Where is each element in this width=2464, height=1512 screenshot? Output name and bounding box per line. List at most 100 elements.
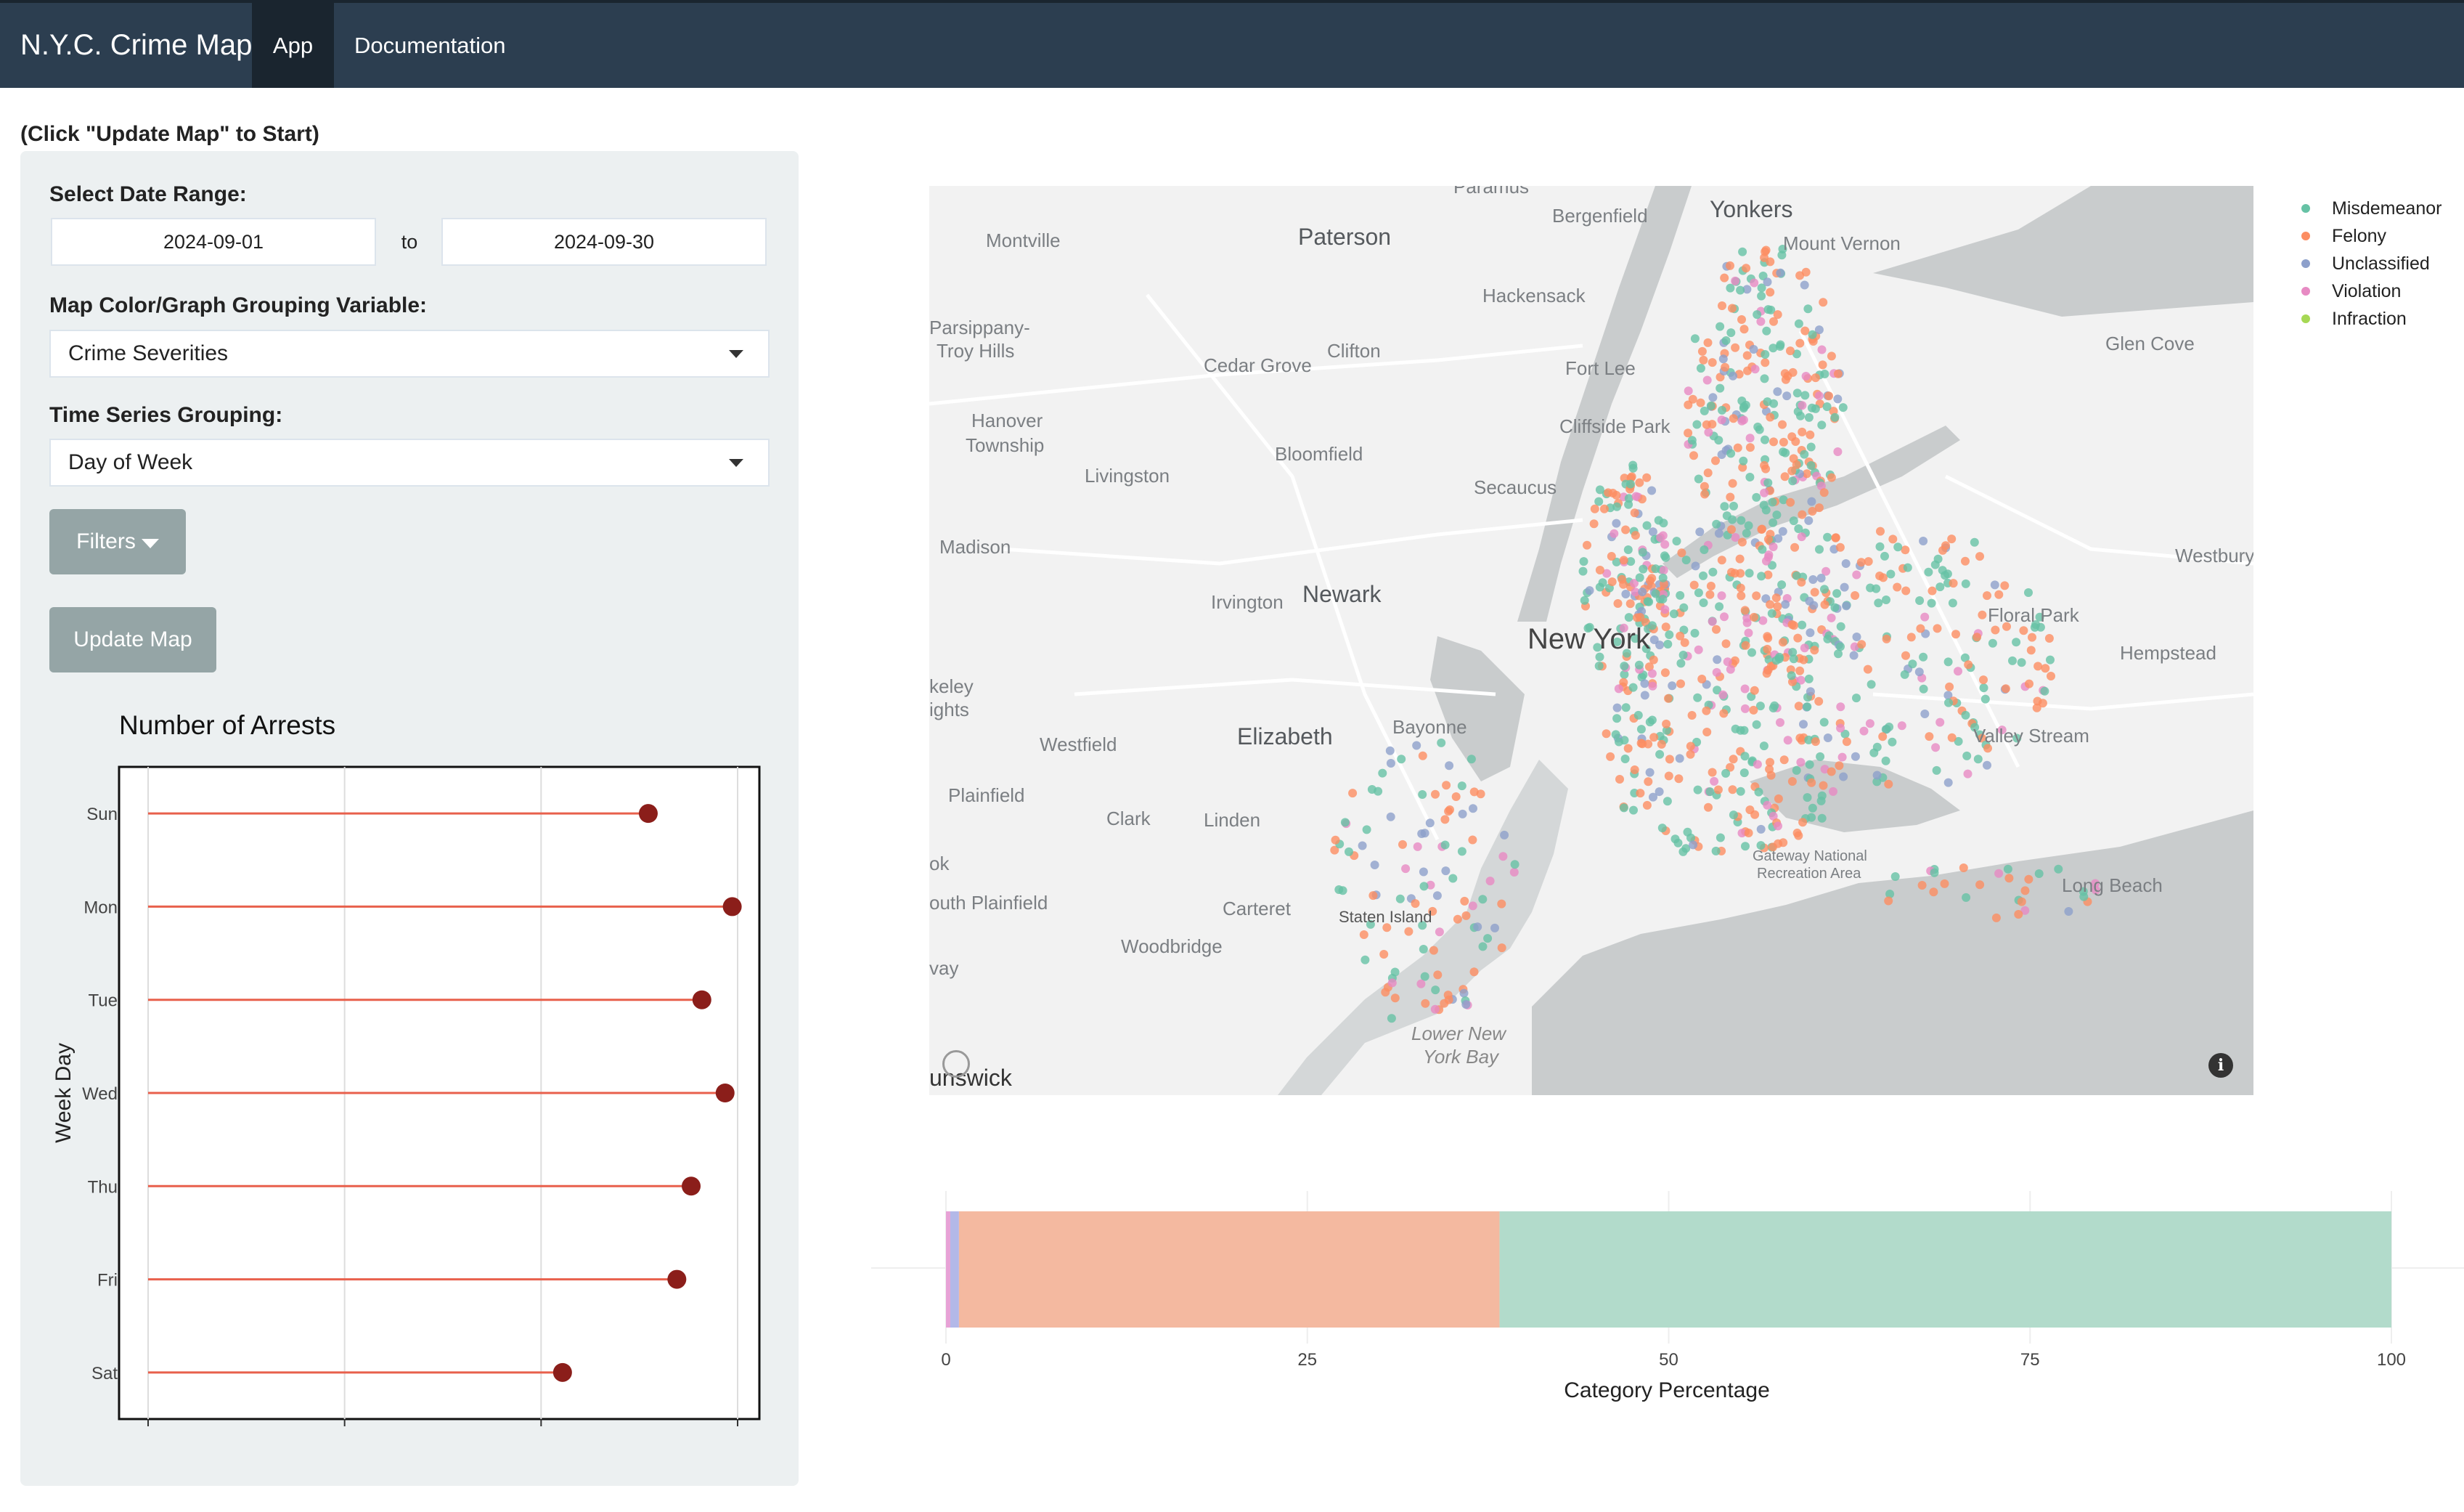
crime-point (1718, 301, 1726, 310)
crime-point (1431, 985, 1440, 995)
crime-point (1628, 463, 1638, 473)
crime-point (1820, 585, 1829, 594)
crime-point (1717, 591, 1726, 601)
crime-point (1429, 946, 1438, 955)
crime-point (1827, 473, 1836, 482)
crime-point (1444, 807, 1453, 816)
date-end-input[interactable]: 2024-09-30 (441, 218, 767, 266)
map-label: keley (929, 675, 974, 697)
mapbox-logo-icon[interactable] (942, 1050, 970, 1078)
crime-point (1440, 840, 1450, 850)
arrests-chart-title: Number of Arrests (119, 710, 336, 740)
crime-point (1947, 733, 1957, 742)
crime-point (1766, 757, 1774, 767)
crime-point (1962, 893, 1971, 902)
map-label: Westbury (2175, 545, 2253, 566)
info-icon[interactable]: i (2208, 1053, 2233, 1078)
crime-point (1647, 669, 1657, 678)
crime-point (1935, 718, 1945, 727)
grouping-select[interactable]: Crime Severities (49, 330, 770, 378)
crime-point (1897, 721, 1906, 731)
filters-button-label: Filters (76, 529, 136, 553)
date-start-input[interactable]: 2024-09-01 (51, 218, 376, 266)
crime-point (1878, 732, 1888, 741)
crime-point (1747, 648, 1756, 657)
crime-point (2064, 907, 2073, 916)
crime-point (1888, 737, 1897, 747)
crime-point (1649, 635, 1659, 644)
crime-point (1773, 602, 1782, 611)
crime-point (1833, 369, 1843, 378)
crime-point (1693, 693, 1702, 702)
crime-point (1612, 703, 1622, 712)
crime-point (1945, 682, 1954, 691)
crime-point (1908, 659, 1917, 669)
crime-point (1660, 540, 1670, 549)
crime-point (1961, 710, 1970, 720)
crime-point (1728, 304, 1737, 313)
category-percentage-chart: 0 25 50 75 100 (871, 1191, 2464, 1370)
map-label: Parsippany- (929, 317, 1030, 338)
crime-point (1721, 362, 1730, 372)
crime-point (1723, 657, 1732, 667)
legend-item-felony[interactable]: Felony (2300, 222, 2441, 250)
tab-documentation[interactable]: Documentation (354, 3, 506, 88)
crime-point (1944, 698, 1953, 707)
crime-point (1769, 317, 1778, 326)
crime-point (1790, 542, 1800, 552)
legend-item-unclassified[interactable]: Unclassified (2300, 250, 2441, 277)
update-map-button[interactable]: Update Map (49, 607, 216, 672)
tab-app[interactable]: App (252, 3, 334, 88)
crime-point (1774, 794, 1783, 803)
crime-point (1602, 729, 1611, 739)
legend-item-infraction[interactable]: Infraction (2300, 305, 2441, 333)
crime-point (1851, 591, 1860, 600)
crime-point (1822, 402, 1832, 411)
crime-point (1362, 825, 1371, 834)
crime-point (1469, 967, 1479, 977)
crime-point (1644, 597, 1654, 606)
crime-point (1800, 450, 1809, 459)
crime-point (1893, 582, 1902, 592)
crime-point (1803, 702, 1812, 712)
crime-point (1599, 504, 1609, 513)
crime-point (1699, 598, 1708, 607)
crime-point (1742, 529, 1751, 538)
navbar: N.Y.C. Crime Map App Documentation (0, 0, 2464, 88)
crime-point (1760, 488, 1769, 497)
crime-point (1803, 793, 1812, 802)
crime-point (1398, 840, 1407, 849)
crime-point (1943, 569, 1952, 579)
legend-item-violation[interactable]: Violation (2300, 277, 2441, 305)
crime-point (1711, 456, 1720, 466)
crime-point (1947, 535, 1957, 544)
crime-point (1432, 891, 1442, 901)
crime-point (1778, 527, 1787, 536)
crime-point (1648, 681, 1657, 691)
crime-point (1836, 723, 1845, 733)
crime-point (1792, 765, 1801, 775)
crime-point (1811, 373, 1820, 383)
x-tick-label: 0 (941, 1350, 950, 1370)
crime-point (1672, 537, 1681, 546)
crime-point (1988, 638, 1997, 648)
app-brand[interactable]: N.Y.C. Crime Map (20, 29, 252, 62)
crime-point (1888, 535, 1898, 544)
map-label: Valley Stream (1973, 725, 2089, 747)
crime-point (1808, 803, 1817, 813)
crime-point (1852, 570, 1861, 580)
crime-point (1798, 510, 1807, 519)
time-series-select[interactable]: Day of Week (49, 439, 770, 487)
crime-map[interactable]: Paramus Paterson Yonkers Bergenfield Mou… (929, 186, 2253, 1095)
crime-point (1625, 479, 1635, 489)
legend-label: Violation (2332, 280, 2402, 301)
crime-point (1727, 525, 1736, 535)
crime-point (1451, 792, 1461, 801)
crime-point (1749, 345, 1758, 354)
legend-item-misdemeanor[interactable]: Misdemeanor (2300, 195, 2441, 222)
crime-point (1345, 847, 1353, 856)
filters-button[interactable]: Filters (49, 509, 186, 574)
crime-point (1390, 993, 1400, 1003)
crime-point (1331, 835, 1340, 845)
crime-point (1412, 741, 1421, 750)
